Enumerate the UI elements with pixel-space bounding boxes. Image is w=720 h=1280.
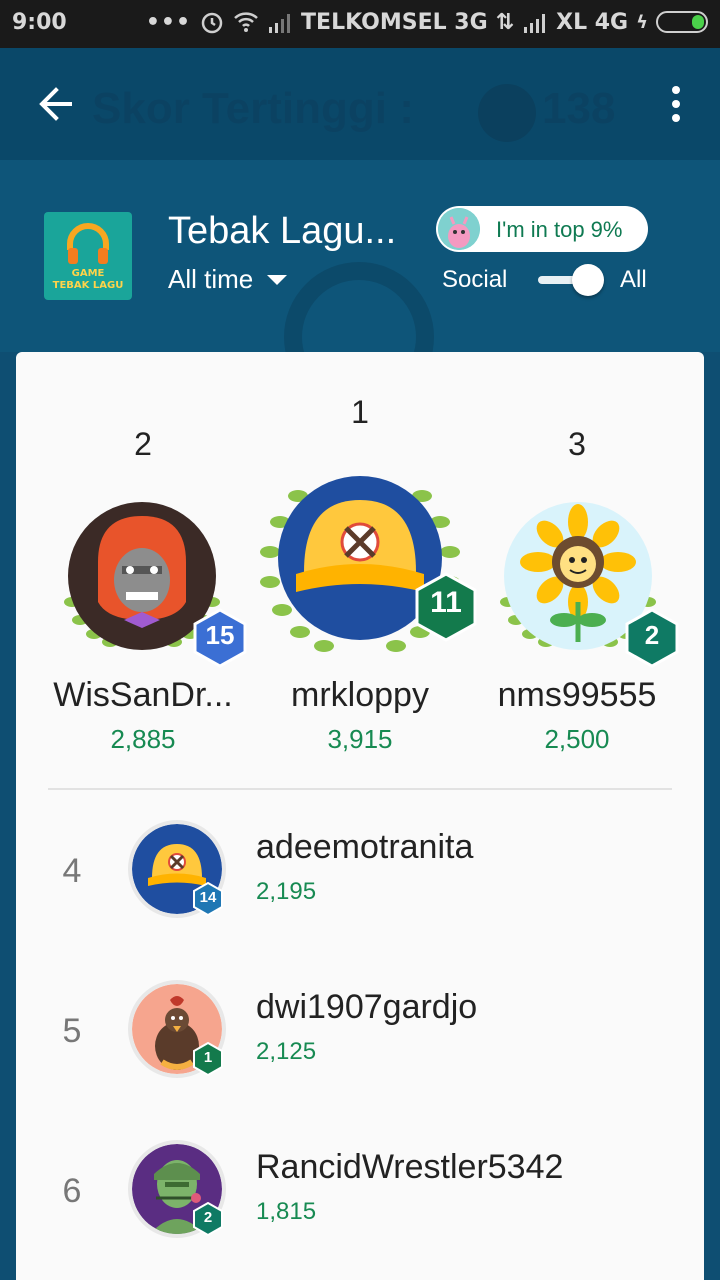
game-icon: GAME TEBAK LAGU [44, 212, 132, 300]
more-options-icon[interactable] [656, 78, 696, 130]
game-icon-label-1: GAME [71, 268, 105, 279]
row-player-name: adeemotranita [256, 828, 474, 866]
data-arrows-icon: ⇅ [495, 9, 515, 35]
time-filter-dropdown[interactable]: All time [168, 264, 288, 295]
status-icons: ••• TELKOMSEL 3G ⇅ XL 4G ϟ [146, 9, 708, 35]
game-icon-label-2: TEBAK LAGU [52, 280, 124, 291]
status-time: 9:00 [12, 10, 67, 35]
carrier-1: TELKOMSEL 3G [301, 9, 488, 35]
alarm-icon [201, 12, 223, 34]
podium-rank-number: 1 [351, 394, 369, 430]
battery-icon [656, 11, 708, 33]
leaderboard-row[interactable]: 5 1 dwi1907gardjo 2,125 [16, 960, 704, 1110]
row-player-score: 1,815 [256, 1198, 317, 1225]
back-arrow-icon[interactable] [30, 78, 82, 130]
level-number: 15 [205, 620, 235, 650]
time-filter-label: All time [168, 264, 254, 294]
row-player-score: 2,125 [256, 1038, 317, 1065]
podium-player-score: 2,500 [544, 724, 610, 754]
score-icon [478, 84, 536, 142]
wifi-icon [234, 12, 258, 32]
podium-rank-1[interactable]: 1 11 mrkloppy 3,915 [250, 388, 477, 758]
row-rank: 5 [62, 1012, 82, 1050]
row-player-name: RancidWrestler5342 [256, 1148, 564, 1186]
podium-rank-number: 3 [568, 426, 586, 462]
app-bar: Skor Tertinggi : 138 [0, 48, 720, 160]
row-player-score: 2,195 [256, 878, 317, 905]
podium-rank-number: 2 [134, 426, 152, 462]
podium-player-name: mrkloppy [291, 676, 429, 714]
podium-rank-3[interactable]: 3 2 nms99555 2,500 [480, 412, 679, 754]
row-player-name: dwi1907gardjo [256, 988, 478, 1026]
signal-icon-2 [524, 14, 546, 33]
podium-player-name: nms99555 [497, 676, 657, 714]
toggle-social-label[interactable]: Social [442, 266, 507, 294]
top-percentile-pill[interactable]: I'm in top 9% [436, 206, 648, 252]
row-rank: 6 [62, 1172, 82, 1210]
leaderboard-row[interactable]: 4 14 adeemotranita 2,195 [16, 800, 704, 950]
level-number: 1 [203, 1049, 213, 1066]
status-bar: 9:00 ••• TELKOMSEL 3G ⇅ XL 4G ϟ [0, 0, 720, 48]
podium-player-score: 3,915 [327, 724, 393, 754]
charging-icon: ϟ [636, 11, 648, 33]
toggle-all-label[interactable]: All [620, 266, 647, 294]
page-title: Skor Tertinggi : [92, 84, 414, 133]
leaderboard-row[interactable]: 6 2 RancidWrestler5342 1,815 [16, 1120, 704, 1270]
podium-player-score: 2,885 [110, 724, 176, 754]
row-rank: 4 [62, 852, 82, 890]
dropdown-caret-icon [267, 274, 288, 285]
podium-divider [48, 788, 672, 790]
player-avatar [438, 208, 480, 250]
signal-icon-1 [269, 14, 291, 33]
social-all-toggle[interactable] [538, 264, 604, 296]
headphones-icon [67, 223, 109, 264]
top-percentile-text: I'm in top 9% [496, 217, 623, 242]
more-notifications-icon: ••• [145, 9, 192, 35]
level-number: 2 [203, 1209, 213, 1226]
level-number: 11 [430, 586, 462, 619]
level-number: 2 [644, 620, 660, 650]
level-number: 14 [199, 889, 217, 906]
podium-player-name: WisSanDr... [53, 676, 233, 714]
carrier-2: XL 4G [556, 9, 629, 35]
podium-rank-2[interactable]: 2 15 WisSanDr... 2,885 [46, 412, 247, 754]
high-score: 138 [542, 84, 616, 133]
game-title: Tebak Lagu... [168, 210, 397, 252]
